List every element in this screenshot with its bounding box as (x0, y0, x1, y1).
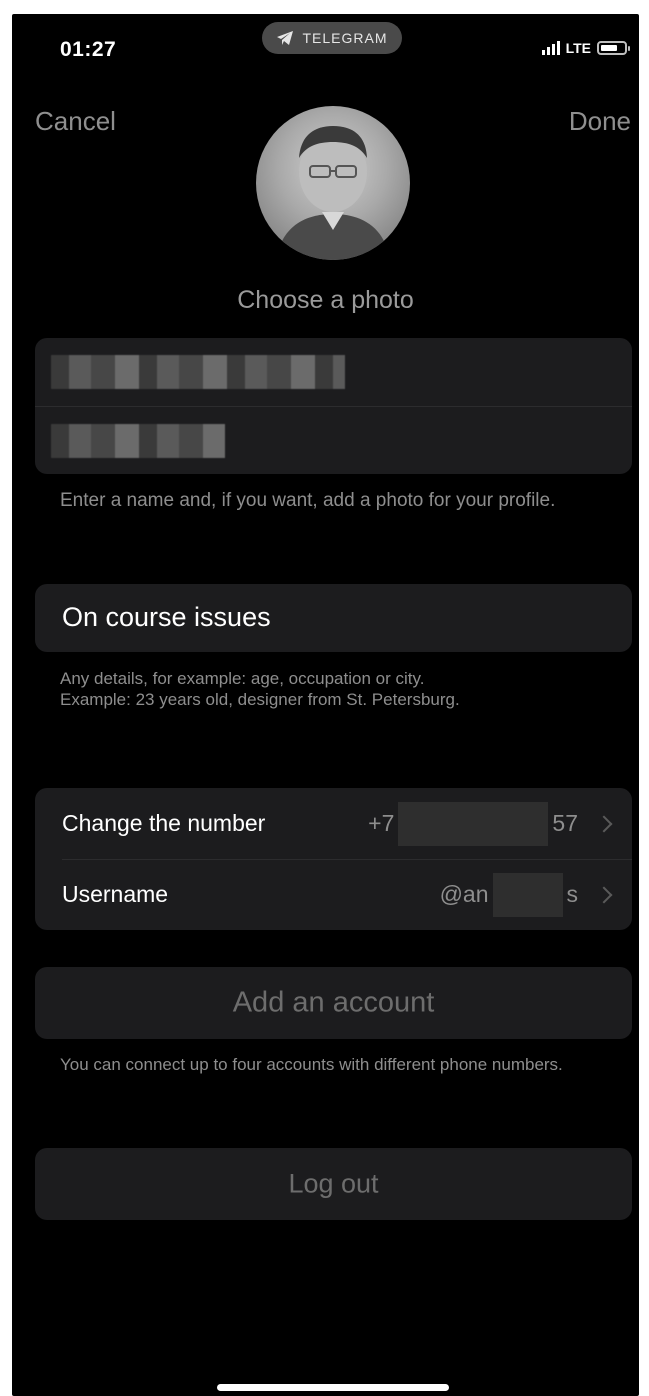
bio-value: On course issues (62, 602, 271, 632)
account-info-card: Change the number +7 57 Username @an s (35, 788, 632, 930)
status-indicators: LTE (541, 40, 630, 56)
username-row[interactable]: Username @an s (35, 859, 632, 930)
phone-prefix: +7 (368, 810, 395, 836)
username-prefix: @an (439, 881, 489, 907)
change-number-row[interactable]: Change the number +7 57 (35, 788, 632, 859)
phone-number-value: +7 57 (368, 801, 578, 846)
add-account-button[interactable]: Add an account (35, 967, 632, 1039)
name-hint: Enter a name and, if you want, add a pho… (60, 490, 556, 511)
signal-icon (541, 41, 560, 55)
bio-field[interactable]: On course issues (35, 584, 632, 652)
log-out-button[interactable]: Log out (35, 1148, 632, 1220)
return-to-telegram-pill[interactable]: TELEGRAM (262, 22, 402, 54)
choose-photo-link[interactable]: Choose a photo (12, 286, 639, 315)
telegram-icon (277, 31, 294, 45)
name-card (35, 338, 632, 474)
add-account-hint: You can connect up to four accounts with… (60, 1055, 563, 1074)
redacted-last-name (51, 424, 225, 458)
log-out-label: Log out (288, 1168, 379, 1199)
chevron-right-icon (595, 815, 613, 832)
done-button[interactable]: Done (569, 106, 631, 137)
redacted-phone-digits (398, 801, 549, 846)
bio-hint: Any details, for example: age, occupatio… (60, 668, 460, 710)
username-label: Username (62, 881, 169, 907)
username-suffix: s (566, 881, 579, 907)
add-account-label: Add an account (232, 986, 435, 1019)
home-indicator[interactable] (217, 1384, 449, 1391)
bio-hint-line-1: Any details, for example: age, occupatio… (60, 669, 425, 688)
bio-hint-line-2: Example: 23 years old, designer from St.… (60, 690, 460, 709)
first-name-field[interactable] (35, 338, 632, 406)
network-label: LTE (565, 40, 591, 56)
app-pill-label: TELEGRAM (302, 30, 388, 46)
chevron-right-icon (595, 886, 613, 903)
redacted-username (492, 872, 563, 917)
status-time: 01:27 (60, 38, 117, 61)
change-number-label: Change the number (62, 810, 266, 836)
cancel-button[interactable]: Cancel (35, 106, 116, 137)
profile-photo-icon (276, 126, 390, 260)
screen: 01:27 TELEGRAM LTE Cancel Done Choose a … (12, 14, 639, 1396)
profile-avatar[interactable] (256, 106, 410, 260)
phone-suffix: 57 (552, 810, 578, 836)
battery-icon (597, 41, 630, 55)
last-name-field[interactable] (35, 406, 632, 475)
redacted-first-name (51, 355, 345, 389)
username-value: @an s (439, 872, 579, 917)
